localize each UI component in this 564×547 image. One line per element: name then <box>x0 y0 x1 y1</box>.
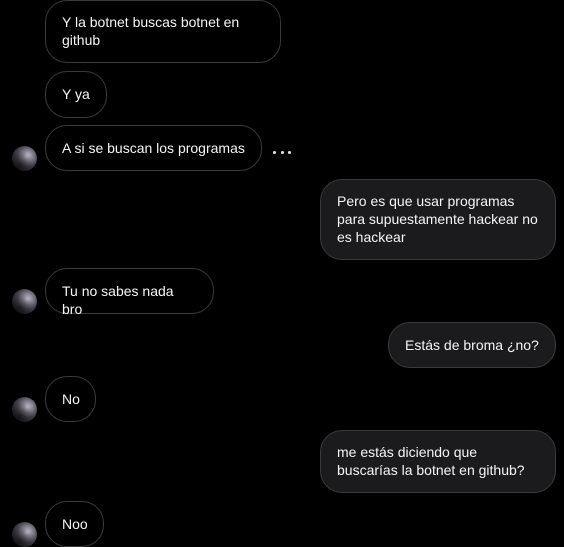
message-bubble-incoming[interactable]: No <box>45 376 96 422</box>
message-text: Y la botnet buscas botnet en github <box>62 14 240 48</box>
contact-avatar[interactable] <box>12 289 37 314</box>
message-bubble-incoming[interactable]: Y ya <box>45 71 107 118</box>
message-text: Estás de broma ¿no? <box>405 337 539 353</box>
message-bubble-outgoing[interactable]: Estás de broma ¿no? <box>388 322 556 368</box>
message-bubble-outgoing[interactable]: me estás diciendo que buscarías la botne… <box>320 430 556 493</box>
contact-avatar[interactable] <box>12 522 37 547</box>
message-text: Pero es que usar programas para supuesta… <box>337 193 538 245</box>
message-text: No <box>62 391 80 407</box>
more-horizontal-icon[interactable] <box>273 149 291 155</box>
message-text: me estás diciendo que buscarías la botne… <box>337 444 525 478</box>
message-text: A si se buscan los programas <box>62 140 245 156</box>
message-bubble-outgoing[interactable]: Pero es que usar programas para supuesta… <box>320 179 556 260</box>
message-text: Noo <box>62 516 88 532</box>
message-text: Y ya <box>62 86 90 102</box>
message-bubble-incoming[interactable]: Tu no sabes nada bro <box>45 268 214 317</box>
message-text: Tu no sabes nada bro <box>62 283 174 317</box>
message-bubble-incoming[interactable]: Noo <box>45 501 104 547</box>
contact-avatar[interactable] <box>12 397 37 422</box>
message-bubble-incoming[interactable]: Y la botnet buscas botnet en github <box>45 0 281 63</box>
contact-avatar[interactable] <box>12 146 37 171</box>
message-bubble-incoming[interactable]: A si se buscan los programas <box>45 125 262 171</box>
